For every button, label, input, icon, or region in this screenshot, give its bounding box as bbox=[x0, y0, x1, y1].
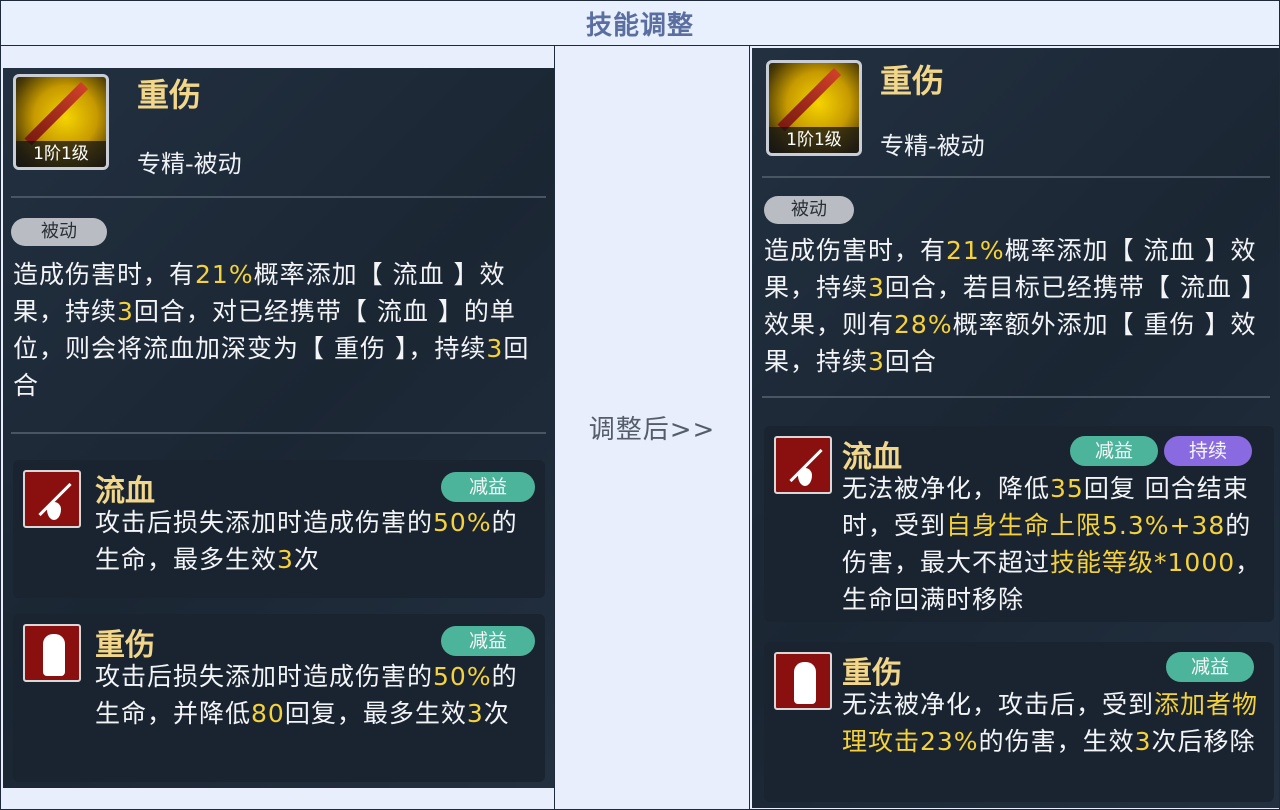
passive-pill: 被动 bbox=[764, 196, 854, 224]
effect-bleed: 流血 减益 持续 无法被净化，降低35回复 回合结束时，受到自身生命上限5.3%… bbox=[764, 426, 1274, 622]
divider bbox=[762, 176, 1270, 178]
after-column: 1阶1级 重伤 专精-被动 被动 造成伤害时，有21%概率添加【 流血 】效果，… bbox=[749, 46, 1280, 810]
spear-blood-icon bbox=[23, 470, 81, 528]
spear-blood-icon bbox=[774, 436, 832, 494]
debuff-tag: 减益 bbox=[1166, 652, 1254, 682]
blade-icon bbox=[24, 81, 89, 146]
skill-type: 专精-被动 bbox=[880, 132, 985, 160]
skill-level-badge: 1阶1级 bbox=[16, 141, 106, 167]
middle-column: 调整后>> bbox=[555, 46, 749, 810]
divider bbox=[11, 196, 546, 198]
effect-bleed: 流血 减益 攻击后损失添加时造成伤害的50%的生命，最多生效3次 bbox=[13, 460, 545, 598]
adjusted-arrow-label: 调整后>> bbox=[588, 415, 716, 445]
debuff-tag: 减益 bbox=[441, 626, 535, 656]
skill-icon: 1阶1级 bbox=[13, 74, 109, 170]
effect-description: 无法被净化，攻击后，受到添加者物理攻击23%的伤害，生效3次后移除 bbox=[842, 690, 1259, 756]
effect-description: 攻击后损失添加时造成伤害的50%的生命，并降低80回复，最多生效3次 bbox=[95, 662, 518, 728]
before-column: 1阶1级 重伤 专精-被动 被动 造成伤害时，有21%概率添加【 流血 】效果，… bbox=[0, 46, 555, 810]
skill-name: 重伤 bbox=[880, 62, 945, 100]
debuff-tag: 减益 bbox=[441, 472, 535, 502]
blade-icon bbox=[777, 67, 842, 132]
skill-card-after: 1阶1级 重伤 专精-被动 被动 造成伤害时，有21%概率添加【 流血 】效果，… bbox=[752, 48, 1279, 808]
wounded-figure-icon bbox=[23, 624, 81, 682]
skill-level-badge: 1阶1级 bbox=[769, 127, 859, 153]
wounded-figure-icon bbox=[774, 652, 832, 710]
effect-description: 攻击后损失添加时造成伤害的50%的生命，最多生效3次 bbox=[95, 508, 518, 574]
divider bbox=[762, 396, 1270, 398]
skill-description: 造成伤害时，有21%概率添加【 流血 】效果，持续3回合，若目标已经携带【 流血… bbox=[764, 236, 1257, 376]
skill-icon: 1阶1级 bbox=[766, 60, 862, 156]
effect-description: 无法被净化，降低35回复 回合结束时，受到自身生命上限5.3%+38的伤害，最大… bbox=[842, 474, 1262, 614]
passive-pill: 被动 bbox=[11, 218, 107, 246]
skill-name: 重伤 bbox=[137, 76, 202, 114]
divider bbox=[11, 432, 546, 434]
header-bar: 技能调整 bbox=[0, 0, 1280, 46]
skill-description: 造成伤害时，有21%概率添加【 流血 】效果，持续3回合，对已经携带【 流血 】… bbox=[13, 260, 530, 400]
effect-heavy-wound: 重伤 减益 无法被净化，攻击后，受到添加者物理攻击23%的伤害，生效3次后移除 bbox=[764, 642, 1274, 802]
duration-tag: 持续 bbox=[1164, 436, 1252, 466]
skill-card-before: 1阶1级 重伤 专精-被动 被动 造成伤害时，有21%概率添加【 流血 】效果，… bbox=[3, 68, 554, 788]
debuff-tag: 减益 bbox=[1070, 436, 1158, 466]
skill-type: 专精-被动 bbox=[137, 150, 242, 178]
page-title: 技能调整 bbox=[585, 10, 694, 41]
effect-heavy-wound: 重伤 减益 攻击后损失添加时造成伤害的50%的生命，并降低80回复，最多生效3次 bbox=[13, 614, 545, 782]
